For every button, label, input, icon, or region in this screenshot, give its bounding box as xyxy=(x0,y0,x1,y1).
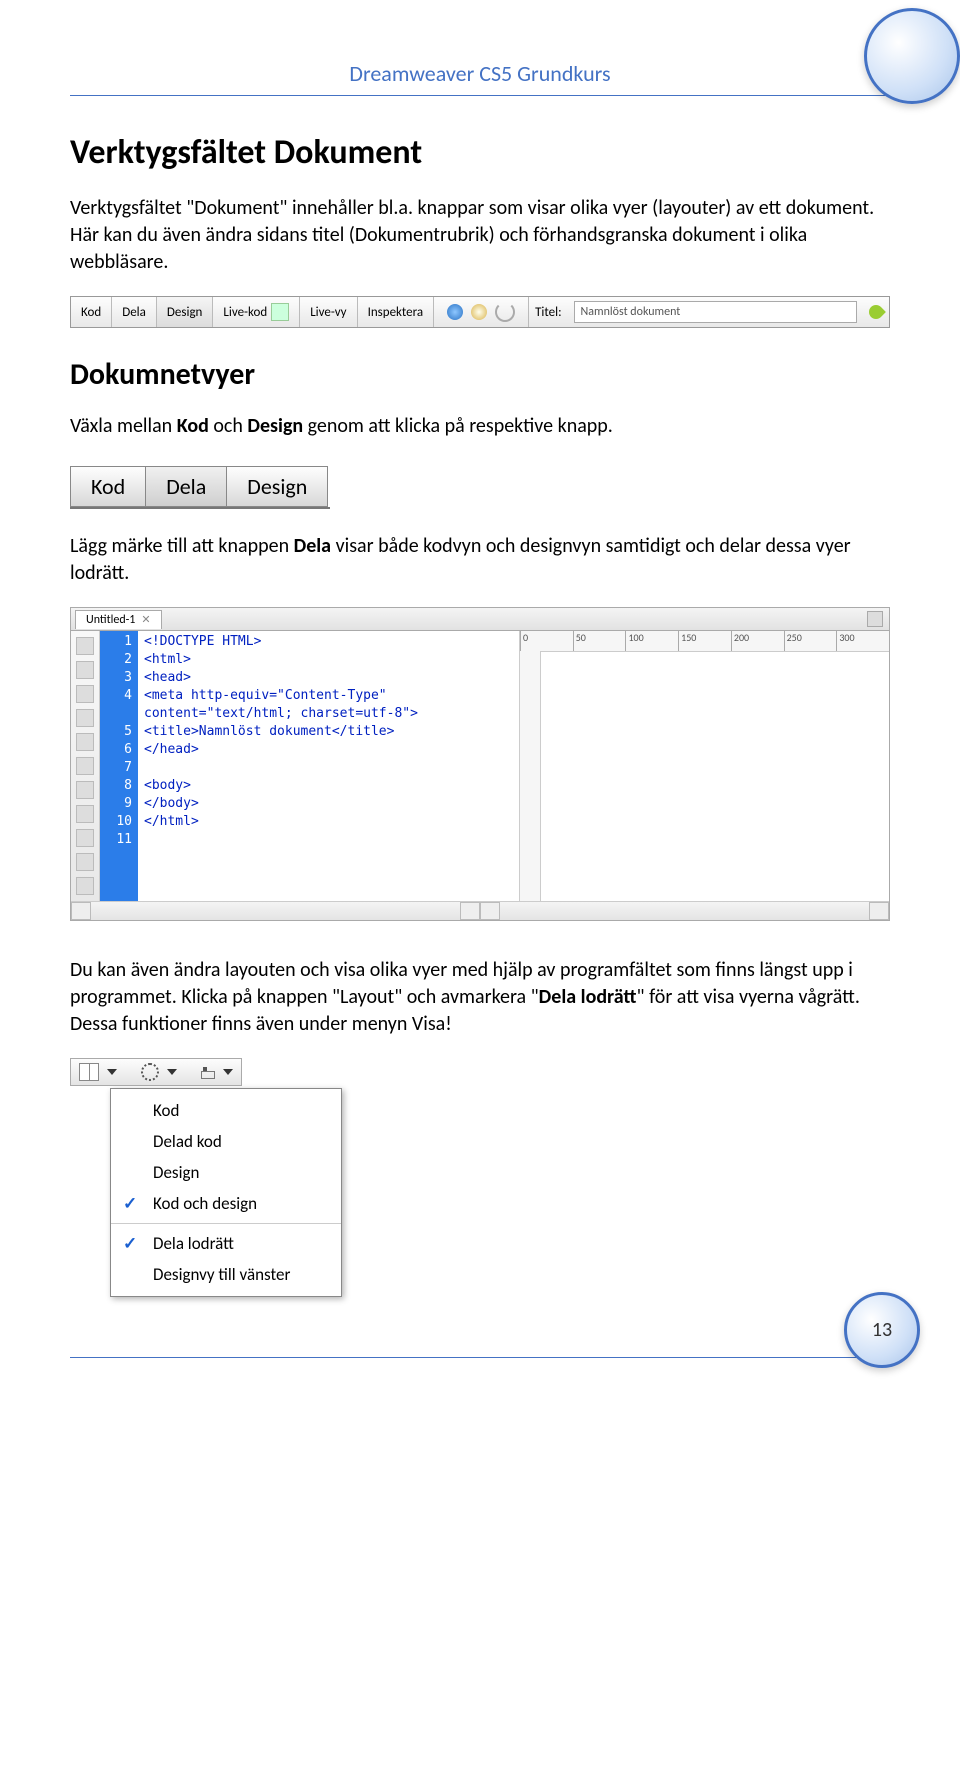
menu-item[interactable]: Design xyxy=(111,1157,341,1188)
tool-icon[interactable] xyxy=(76,757,94,775)
btn-kod[interactable]: Kod xyxy=(71,467,146,506)
doc-options-icon[interactable] xyxy=(867,611,883,627)
close-icon[interactable]: ✕ xyxy=(141,613,150,626)
tool-icon[interactable] xyxy=(76,877,94,895)
tool-icon[interactable] xyxy=(76,733,94,751)
tab-label: Untitled-1 xyxy=(86,613,135,627)
tb-end-icon xyxy=(863,297,889,327)
footer-rule xyxy=(70,1357,890,1358)
scroll-track[interactable] xyxy=(91,902,460,920)
tb-browser-group xyxy=(434,297,529,327)
globe-icon[interactable] xyxy=(447,304,463,320)
header-rule xyxy=(70,95,890,96)
layout-menubar xyxy=(70,1058,242,1086)
tb-kod[interactable]: Kod xyxy=(71,297,112,327)
tool-icon[interactable] xyxy=(76,805,94,823)
scrollbar-row xyxy=(71,901,889,920)
btn-dela[interactable]: Dela xyxy=(146,467,227,506)
document-toolbar-figure: Kod Dela Design Live-kod Live-vy Inspekt… xyxy=(70,296,890,328)
caret-down-icon[interactable] xyxy=(107,1069,117,1075)
code-area[interactable]: <!DOCTYPE HTML> <html> <head> <meta http… xyxy=(138,631,520,901)
livekod-icon xyxy=(271,303,289,321)
globe2-icon[interactable] xyxy=(471,304,487,320)
tb-title-label: Titel: xyxy=(529,297,567,327)
t: Dela xyxy=(294,534,331,558)
tb-livekod-label: Live-kod xyxy=(223,305,267,320)
page-header: Dreamweaver CS5 Grundkurs xyxy=(70,60,890,87)
tree-icon[interactable] xyxy=(201,1065,215,1079)
tool-icon[interactable] xyxy=(76,661,94,679)
t: och xyxy=(209,414,248,438)
tb-livekod[interactable]: Live-kod xyxy=(213,297,300,327)
para-intro: Verktygsfältet "Dokument" innehåller bl.… xyxy=(70,195,890,276)
ruler-horizontal: 050100150200250300 xyxy=(520,631,889,652)
tb-title-input[interactable]: Namnlöst dokument xyxy=(574,301,857,323)
para-vaxla: Växla mellan Kod och Design genom att kl… xyxy=(70,413,890,440)
t: genom att klicka på respektive knapp. xyxy=(303,414,613,438)
tool-icon[interactable] xyxy=(76,709,94,727)
tool-icon[interactable] xyxy=(76,685,94,703)
leaf-icon xyxy=(866,302,886,322)
ruler-vertical xyxy=(520,651,541,901)
group-underline xyxy=(70,507,330,509)
tool-icon[interactable] xyxy=(76,853,94,871)
page-number-orb: 13 xyxy=(844,1292,920,1368)
menu-item[interactable]: Kod xyxy=(111,1095,341,1126)
layout-split-icon[interactable] xyxy=(79,1063,99,1081)
menu-item[interactable]: Designvy till vänster xyxy=(111,1259,341,1290)
heading-verktygsfaltet: Verktygsfältet Dokument xyxy=(70,132,890,173)
refresh-icon[interactable] xyxy=(495,302,515,322)
tb-design[interactable]: Design xyxy=(157,297,213,327)
tb-inspektera[interactable]: Inspektera xyxy=(358,297,435,327)
kod-dela-design-group: Kod Dela Design xyxy=(70,466,328,507)
scroll-right-icon[interactable] xyxy=(460,902,480,920)
gear-icon[interactable] xyxy=(141,1063,159,1081)
layout-dropdown: KodDelad kodDesign✓Kod och design ✓Dela l… xyxy=(110,1088,342,1297)
para-dela: Lägg märke till att knappen Dela visar b… xyxy=(70,533,890,587)
split-view-figure: Untitled-1 ✕ 1234 567891011 <!DOCTYPE HTM… xyxy=(70,607,890,921)
tool-icon[interactable] xyxy=(76,781,94,799)
t: Lägg märke till att knappen xyxy=(70,534,294,558)
heading-dokumnetvyer: Dokumnetvyer xyxy=(70,356,890,393)
design-area[interactable]: 050100150200250300 xyxy=(520,631,889,901)
scroll-left2-icon[interactable] xyxy=(480,902,500,920)
caret-down-icon[interactable] xyxy=(167,1069,177,1075)
t: Dela lodrätt xyxy=(539,985,637,1009)
code-tool-column xyxy=(71,631,100,901)
caret-down-icon[interactable] xyxy=(223,1069,233,1075)
decorative-orb xyxy=(864,8,960,104)
tb-livevy[interactable]: Live-vy xyxy=(300,297,357,327)
tool-icon[interactable] xyxy=(76,637,94,655)
tool-icon[interactable] xyxy=(76,829,94,847)
para-layout: Du kan även ändra layouten och visa olik… xyxy=(70,957,890,1038)
menu-item[interactable]: ✓Dela lodrätt xyxy=(111,1228,341,1259)
layout-menu-figure: KodDelad kodDesign✓Kod och design ✓Dela l… xyxy=(70,1058,890,1297)
btn-design[interactable]: Design xyxy=(227,467,327,506)
scroll-left-icon[interactable] xyxy=(71,902,91,920)
tb-dela[interactable]: Dela xyxy=(112,297,157,327)
scroll-right2-icon[interactable] xyxy=(869,902,889,920)
line-gutter: 1234 567891011 xyxy=(100,631,138,901)
t: Design xyxy=(247,414,303,438)
scroll-track2[interactable] xyxy=(500,902,869,920)
t: Växla mellan xyxy=(70,414,177,438)
file-tab[interactable]: Untitled-1 ✕ xyxy=(75,610,162,629)
menu-item[interactable]: Delad kod xyxy=(111,1126,341,1157)
menu-item[interactable]: ✓Kod och design xyxy=(111,1188,341,1219)
t: Kod xyxy=(177,414,209,438)
